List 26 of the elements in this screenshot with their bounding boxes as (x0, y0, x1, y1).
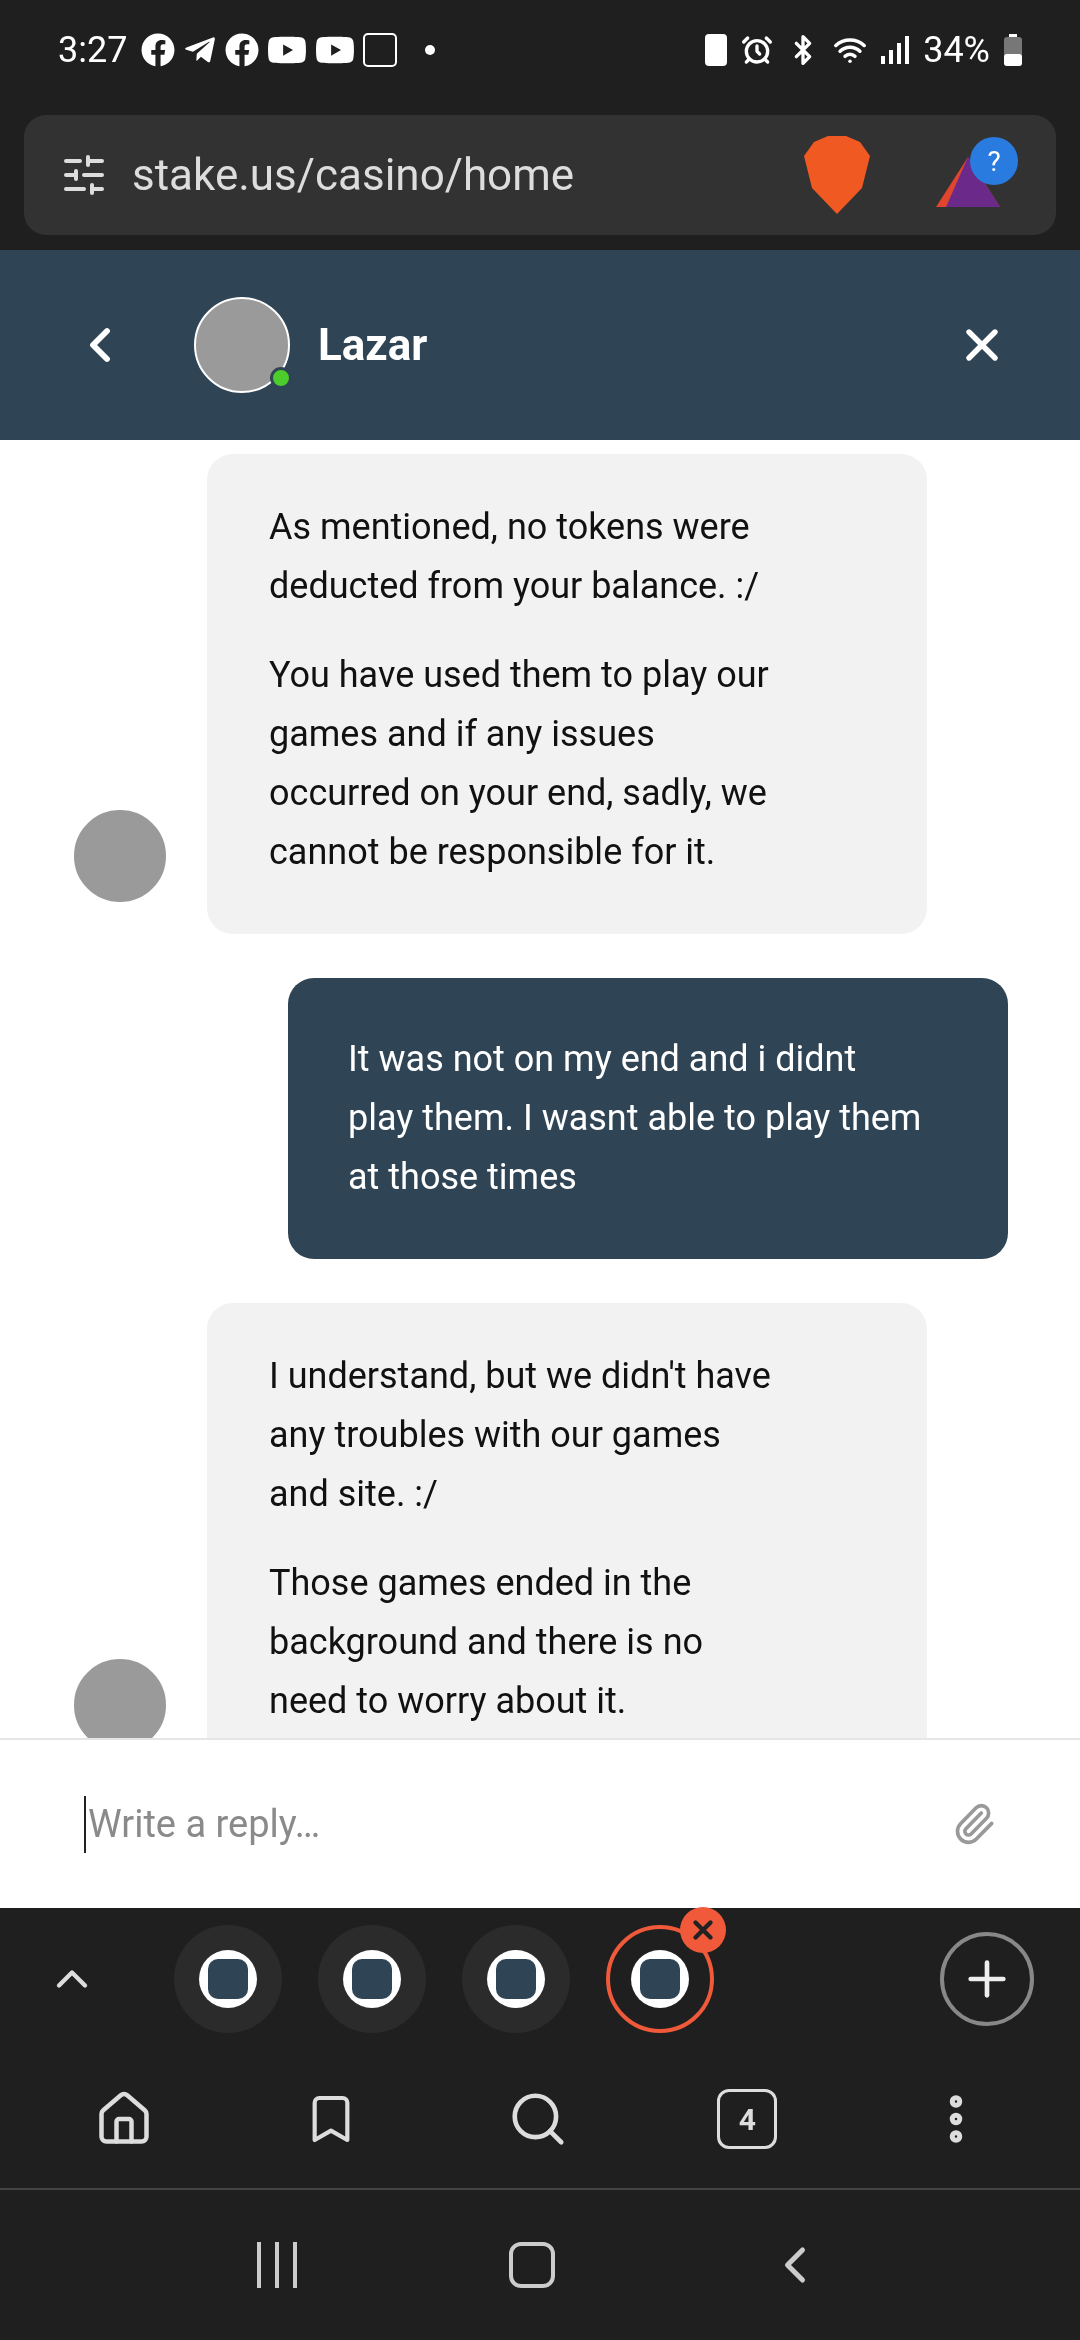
site-favicon (631, 1950, 689, 2008)
reply-composer[interactable]: Write a reply… (0, 1738, 1080, 1908)
address-bar[interactable]: stake.us/casino/home ? (24, 115, 1056, 235)
tab-count-button[interactable]: 4 (717, 2089, 778, 2149)
home-nav-icon[interactable] (509, 2242, 555, 2288)
facebook-icon (141, 33, 176, 67)
new-tab-button[interactable] (940, 1932, 1034, 2026)
message-text: It was not on my end and i didnt play them. I wasnt able to play them at those times (348, 1037, 923, 1200)
message-text: Those games ended in the background and there is no need to worry about it. (269, 1561, 705, 1724)
alarm-icon (741, 34, 774, 66)
site-favicon (487, 1950, 545, 2008)
battery-icon (1004, 34, 1022, 66)
message-text: You have used them to play our games and if any issues occurred on your end, sadly, we cannot be responsible for it. (269, 653, 770, 875)
message-text: As mentioned, no tokens were deducted from your balance. :/ (269, 505, 761, 609)
site-favicon (343, 1950, 401, 2008)
message-text: I understand, but we didn't have any troubles with our games and site. :/ (269, 1354, 772, 1517)
close-tab-icon[interactable] (680, 1907, 726, 1953)
status-time: 3:27 (58, 28, 128, 73)
recent-apps-icon[interactable] (255, 2242, 299, 2288)
battery-percentage: 34% (923, 28, 990, 73)
reply-input-field[interactable]: Write a reply… (84, 1795, 952, 1853)
agent-name: Lazar (318, 318, 428, 373)
signal-icon (881, 36, 910, 64)
facebook-icon (225, 33, 260, 67)
site-favicon (199, 1950, 257, 2008)
url-text: stake.us/casino/home (132, 148, 575, 203)
